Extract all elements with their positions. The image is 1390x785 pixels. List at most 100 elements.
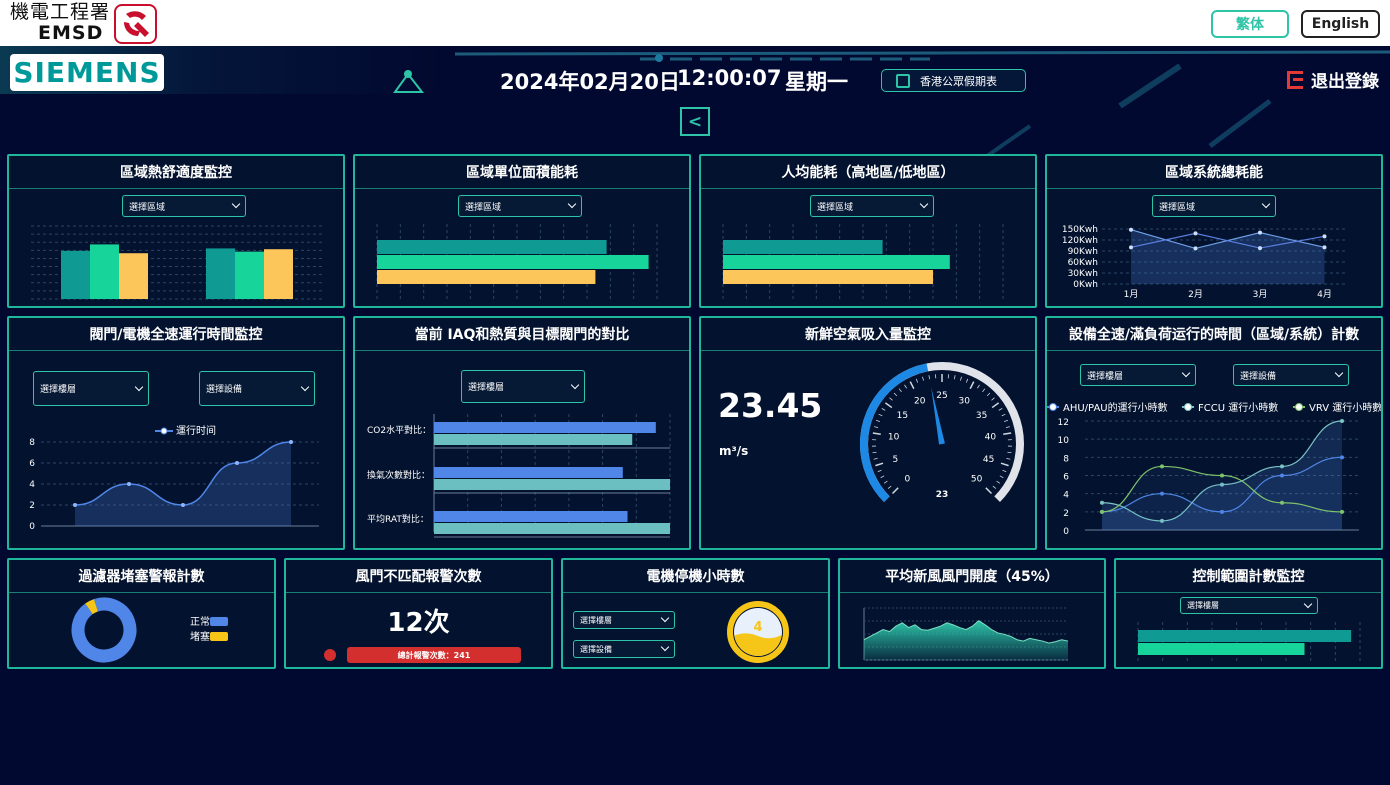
gauge-tick: [880, 475, 885, 479]
gauge-tick: [996, 480, 1001, 484]
avg-damper-area-chart: [863, 607, 1069, 661]
gauge-tick: [982, 388, 986, 393]
gauge-tick: [904, 384, 907, 389]
panel-filter-alarm: 過濾器堵塞警報計數 正常 堵塞: [7, 558, 276, 669]
panel-fresh-air-intake: 新鮮空氣吸入量監控 23.45 m³/s 0 5 10 15 20 25 30 35 40 45 5…: [699, 316, 1037, 550]
header-date: 2024年02月20日: [500, 70, 680, 94]
back-button[interactable]: <: [680, 107, 710, 136]
data-point: [1258, 246, 1262, 251]
bar: [377, 240, 607, 254]
data-point: [1280, 500, 1284, 505]
gauge-tick-label: 15: [897, 411, 908, 421]
category-label: 平均RAT對比：: [367, 513, 429, 525]
system-total-line-chart: 150Kwh120Kwh90Kwh60Kwh30Kwh0Kwh 1月 2月 3月 4月: [1062, 225, 1347, 300]
bar: [377, 270, 596, 284]
motor-ring-gauge: 4: [727, 601, 789, 663]
per-capita-bar-chart: [722, 224, 1004, 301]
gauge-tick-label: 5: [893, 455, 899, 465]
gauge-tick: [898, 388, 902, 393]
panel-unit-area-energy: 區域單位面積能耗 選擇區域: [353, 154, 691, 308]
bar: [723, 240, 883, 254]
panel-per-capita-energy: 人均能耗（高地區/低地區） 選擇區域: [699, 154, 1037, 308]
data-point: [127, 482, 131, 486]
legend-label: VRV 運行小時數: [1309, 401, 1381, 414]
gauge-tick: [977, 384, 980, 389]
panel-title: 風門不匹配報警次數: [286, 560, 551, 593]
unit-area-bar-chart: [376, 224, 658, 301]
total-alarm-badge: 總計報警次數：241: [347, 647, 521, 663]
gauge-tick-label: 0: [904, 475, 910, 485]
control-range-bar-chart: [1137, 622, 1361, 662]
gauge-tick: [965, 378, 969, 383]
dashboard-root: 機電工程署 EMSD 繁体 English SIEMENS 2024年02月20…: [0, 0, 1390, 785]
bar: [434, 467, 623, 478]
x-tick-label: 3月: [1253, 289, 1268, 300]
bar: [723, 270, 933, 284]
donut-slice: [71, 597, 137, 663]
gauge-tick: [1001, 413, 1006, 417]
y-tick-label: 30Kwh: [1068, 269, 1098, 279]
data-point: [235, 461, 239, 465]
gauge-tick: [953, 375, 956, 380]
panel-system-total-energy: 區域系統總耗能 選擇區域 150Kwh 120Kwh 90Kwh 60Kwh 30Kwh…: [1045, 154, 1383, 308]
bar: [61, 250, 90, 299]
x-tick-label: 2月: [1188, 289, 1203, 300]
legend-swatch: [210, 617, 228, 626]
gauge-tick: [915, 378, 919, 383]
data-point: [1340, 509, 1344, 514]
x-tick-label: 4月: [1317, 289, 1332, 300]
data-point: [1322, 245, 1327, 250]
legend-marker: [160, 427, 168, 435]
data-point: [1340, 419, 1344, 423]
gauge-tick: [985, 487, 993, 495]
language-english-button[interactable]: English: [1301, 10, 1380, 38]
gauge-tick: [960, 376, 962, 381]
bar: [264, 249, 293, 299]
legend-marker: [1295, 403, 1303, 411]
calendar-icon: [896, 73, 910, 88]
legend-marker: [1049, 403, 1057, 411]
panel-thermal-comfort: 區域熱舒適度監控 選擇區域: [7, 154, 345, 308]
holiday-calendar-button[interactable]: 香港公眾假期表: [881, 69, 1026, 92]
language-traditional-chinese-button[interactable]: 繁体: [1211, 10, 1289, 38]
emsd-chinese-name: 機電工程署: [10, 1, 111, 23]
bar: [206, 248, 235, 299]
data-point: [1100, 500, 1104, 505]
gauge-tick: [928, 375, 931, 380]
gauge-tick-label: 50: [971, 475, 983, 485]
y-tick-label: 150Kwh: [1062, 225, 1098, 235]
logout-icon: [1287, 70, 1303, 89]
bar: [377, 255, 649, 269]
legend-label: FCCU 運行小時數: [1198, 401, 1278, 414]
legend-label: 運行时间: [176, 424, 216, 437]
y-tick-label: 0: [1063, 527, 1069, 537]
siemens-logo: SIEMENS: [10, 54, 164, 91]
gauge-tick: [1000, 462, 1009, 467]
y-tick-label: 8: [1063, 454, 1069, 464]
data-point: [1258, 230, 1262, 235]
gauge-tick-label: 25: [936, 391, 947, 401]
gauge-tick: [922, 376, 924, 381]
legend-label: 正常: [190, 615, 210, 628]
legend-swatch: [210, 632, 228, 641]
y-tick-label: 6: [29, 459, 35, 469]
category-label: 換氣次數對比：: [367, 469, 430, 481]
thermal-bar-chart: [31, 225, 323, 300]
mismatch-count: 12次: [387, 608, 450, 638]
gauge-tick: [1005, 426, 1010, 428]
logout-button[interactable]: 退出登錄: [1287, 67, 1379, 92]
bar: [434, 479, 670, 490]
gauge-tick: [992, 485, 997, 489]
gauge-tick: [986, 392, 991, 397]
gauge-value: 23: [936, 490, 949, 500]
bar: [723, 255, 950, 269]
gauge-tick: [1003, 419, 1008, 423]
gauge-tick: [872, 432, 881, 436]
alarm-dot-icon: [324, 649, 336, 661]
data-point: [1280, 464, 1284, 469]
gauge-tick: [891, 487, 899, 495]
gauge-tick: [893, 392, 898, 397]
gauge-tick-label: 35: [976, 411, 987, 421]
category-label: CO2水平對比：: [367, 424, 431, 436]
data-point: [1129, 245, 1133, 250]
